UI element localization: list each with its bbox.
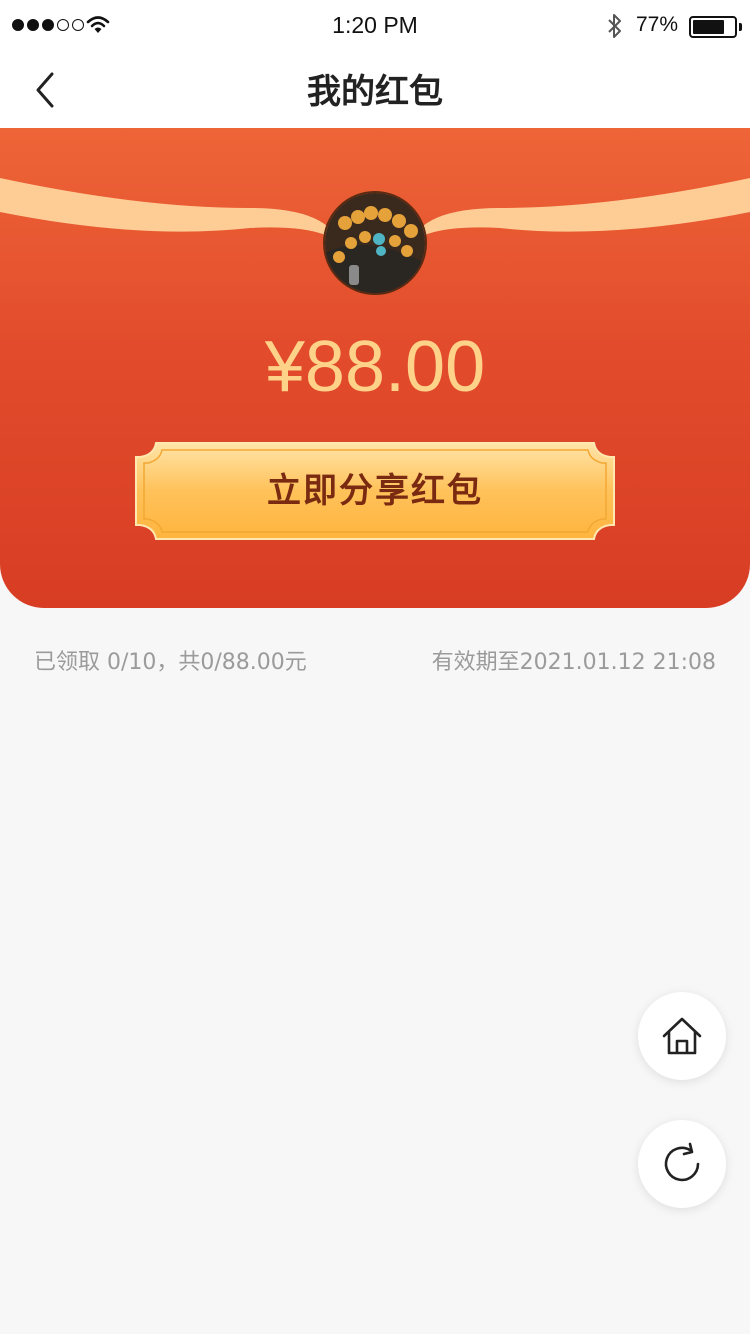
home-button[interactable] (638, 992, 726, 1080)
page-title: 我的红包 (307, 72, 443, 112)
home-icon (662, 1017, 702, 1055)
share-button-label: 立即分享红包 (267, 471, 483, 511)
avatar (323, 191, 427, 295)
red-packet-page: 1:20 PM 77% 我的红包 ¥88.00 立即分享红包 已领取 0/10，… (0, 0, 750, 1334)
bluetooth-icon (608, 14, 621, 38)
refresh-button[interactable] (638, 1120, 726, 1208)
status-bar: 1:20 PM 77% (0, 0, 750, 52)
red-packet-card: ¥88.00 立即分享红包 (0, 128, 750, 608)
refresh-icon (664, 1142, 700, 1182)
navigation-bar: 我的红包 (0, 52, 750, 128)
battery-percent: 77% (636, 13, 679, 36)
packet-amount: ¥88.00 (264, 327, 486, 407)
battery-icon (689, 16, 737, 38)
expiry-date: 有效期至2021.01.12 21:08 (431, 650, 716, 675)
claimed-status: 已领取 0/10，共0/88.00元 (34, 650, 307, 675)
battery-cap (739, 23, 742, 31)
share-red-packet-button[interactable]: 立即分享红包 (134, 441, 616, 541)
battery-level (693, 20, 724, 34)
